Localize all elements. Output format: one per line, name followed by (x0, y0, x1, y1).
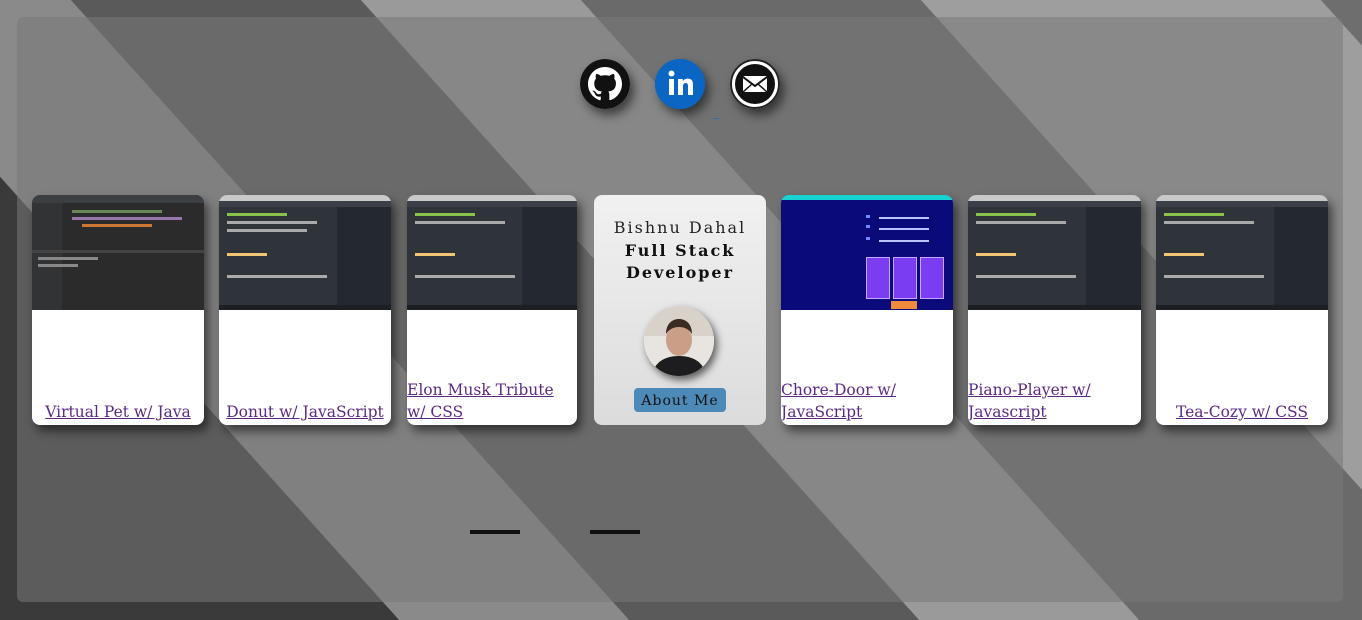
project-thumbnail (1156, 195, 1328, 310)
project-thumbnail (407, 195, 577, 310)
project-thumbnail (219, 195, 391, 310)
project-card: Chore-Door w/ JavaScript (781, 195, 953, 425)
profile-role-line1: Full Stack (624, 241, 736, 260)
profile-role: Full Stack Developer (594, 240, 766, 284)
github-icon (580, 59, 630, 109)
project-link[interactable]: Chore-Door w/ JavaScript (781, 379, 953, 423)
about-me-button[interactable]: About Me (634, 388, 726, 412)
github-link[interactable] (580, 59, 630, 109)
project-link[interactable]: Donut w/ JavaScript (219, 401, 391, 423)
profile-name: Bishnu Dahal (613, 218, 747, 237)
project-link[interactable]: Elon Musk Tribute w/ CSS (407, 379, 577, 423)
carousel-indicator-1[interactable] (470, 530, 520, 534)
project-card: Donut w/ JavaScript (219, 195, 391, 425)
profile-card: Bishnu Dahal Full Stack Developer About … (594, 195, 766, 425)
project-link[interactable]: Tea-Cozy w/ CSS (1156, 401, 1328, 423)
project-card: Virtual Pet w/ Java (32, 195, 204, 425)
mail-icon (730, 59, 780, 109)
project-thumbnail (781, 195, 953, 310)
email-link[interactable] (730, 59, 780, 109)
project-thumbnail (32, 195, 204, 310)
linkedin-link[interactable] (655, 59, 705, 109)
stray-link[interactable] (713, 118, 719, 119)
carousel-indicator-2[interactable] (590, 530, 640, 534)
project-card: Piano-Player w/ Javascript (968, 195, 1141, 425)
profile-role-line2: Developer (625, 263, 735, 282)
linkedin-icon (655, 59, 705, 109)
project-card: Elon Musk Tribute w/ CSS (407, 195, 577, 425)
project-thumbnail (968, 195, 1141, 310)
project-link[interactable]: Piano-Player w/ Javascript (968, 379, 1141, 423)
project-card: Tea-Cozy w/ CSS (1156, 195, 1328, 425)
project-link[interactable]: Virtual Pet w/ Java (32, 401, 204, 423)
avatar (644, 306, 714, 376)
